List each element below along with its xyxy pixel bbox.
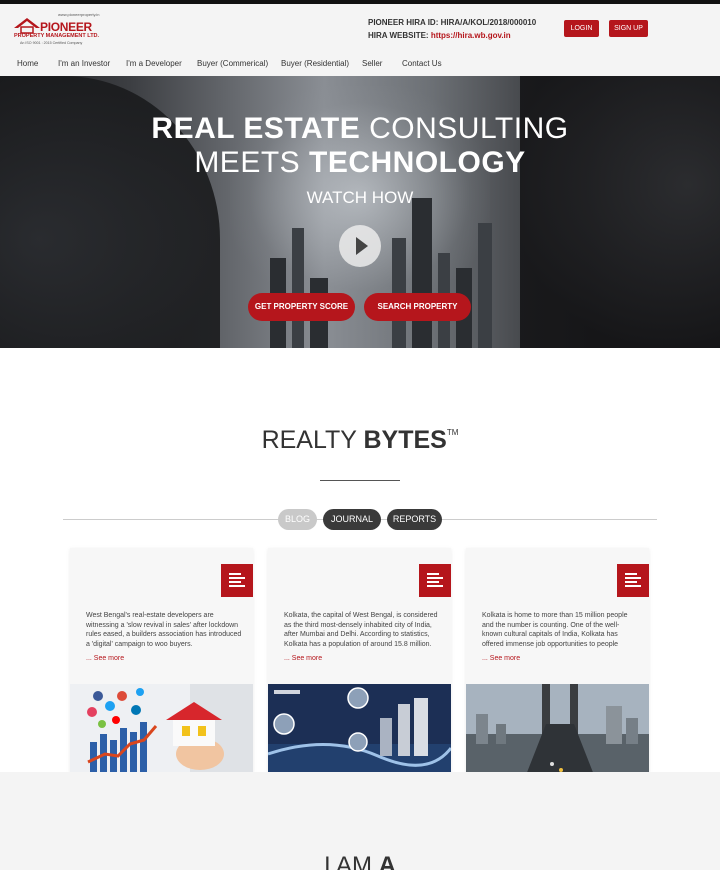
tab-blog[interactable]: BLOG: [278, 509, 317, 530]
trademark-mark: TM: [446, 428, 459, 437]
hero-title-bold: TECHNOLOGY: [309, 146, 526, 179]
nav-item-buyer-residential[interactable]: Buyer (Residential): [281, 59, 349, 68]
company-logo[interactable]: www.pioneerproperty.in PIONEER PROPERTY …: [12, 12, 104, 48]
tab-journal[interactable]: JOURNAL: [323, 509, 381, 530]
card-excerpt: Kolkata, the capital of West Bengal, is …: [284, 612, 438, 648]
building-graphic: [412, 198, 432, 348]
see-more-link[interactable]: ... See more: [284, 655, 322, 662]
iam-heading-bold: A: [378, 852, 397, 870]
see-more-link[interactable]: ... See more: [86, 655, 124, 662]
tab-reports[interactable]: REPORTS: [387, 509, 442, 530]
hira-website-link[interactable]: https://hira.wb.gov.in: [431, 31, 511, 40]
get-property-score-button[interactable]: GET PROPERTY SCORE: [248, 293, 355, 321]
iam-heading: I AM A: [0, 852, 720, 870]
signup-button[interactable]: SIGN UP: [609, 20, 648, 37]
card-image: [466, 684, 649, 775]
hero-title-line2: MEETS TECHNOLOGY: [0, 146, 720, 180]
card-image: [70, 684, 253, 775]
building-graphic: [292, 228, 304, 348]
realty-title-bold: BYTES: [363, 426, 447, 454]
hero-title-thin: MEETS: [194, 146, 309, 179]
logo-name: PIONEER: [40, 20, 92, 34]
building-graphic: [478, 223, 492, 348]
search-property-button[interactable]: SEARCH PROPERTY: [364, 293, 471, 321]
hira-info: PIONEER HIRA ID: HIRA/A/KOL/2018/000010 …: [368, 16, 536, 42]
blog-card[interactable]: Kolkata, the capital of West Bengal, is …: [268, 548, 451, 775]
nav-item-contact[interactable]: Contact Us: [402, 59, 442, 68]
article-icon: [617, 564, 649, 597]
realty-title-thin: REALTY: [261, 426, 364, 454]
watch-how-label: WATCH HOW: [306, 188, 414, 207]
hira-website: HIRA WEBSITE: https://hira.wb.gov.in: [368, 29, 536, 42]
card-image: [268, 684, 451, 775]
nav-item-investor[interactable]: I'm an Investor: [58, 59, 110, 68]
nav-item-developer[interactable]: I'm a Developer: [126, 59, 182, 68]
logo-website: www.pioneerproperty.in: [58, 12, 100, 17]
login-button[interactable]: LOGIN: [564, 20, 599, 37]
card-excerpt: West Bengal's real-estate developers are…: [86, 612, 242, 648]
house-roof-icon: [14, 18, 40, 34]
hira-website-label: HIRA WEBSITE:: [368, 31, 431, 40]
title-underline: [320, 480, 400, 481]
see-more-link[interactable]: ... See more: [482, 655, 520, 662]
blog-card[interactable]: Kolkata is home to more than 15 million …: [466, 548, 649, 775]
article-icon: [419, 564, 451, 597]
hero-title-thin: CONSULTING: [360, 112, 569, 145]
site-header: www.pioneerproperty.in PIONEER PROPERTY …: [0, 4, 720, 76]
nav-item-seller[interactable]: Seller: [362, 59, 382, 68]
realty-bytes-title: REALTY BYTESTM: [0, 426, 720, 455]
hero-title-line1: REAL ESTATE CONSULTING: [0, 112, 720, 146]
logo-subtitle: PROPERTY MANAGEMENT LTD.: [14, 33, 100, 39]
nav-item-buyer-commercial[interactable]: Buyer (Commerical): [197, 59, 268, 68]
card-excerpt: Kolkata is home to more than 15 million …: [482, 612, 628, 648]
logo-certification: An ISO 9001 : 2015 Certified Company: [20, 41, 83, 45]
play-video-icon[interactable]: [339, 225, 381, 267]
blog-card[interactable]: West Bengal's real-estate developers are…: [70, 548, 253, 775]
article-icon: [221, 564, 253, 597]
hero-title-bold: REAL ESTATE: [151, 112, 361, 145]
iam-heading-thin: I AM: [323, 852, 379, 870]
nav-item-home[interactable]: Home: [17, 59, 38, 68]
hira-id: PIONEER HIRA ID: HIRA/A/KOL/2018/000010: [368, 18, 537, 27]
